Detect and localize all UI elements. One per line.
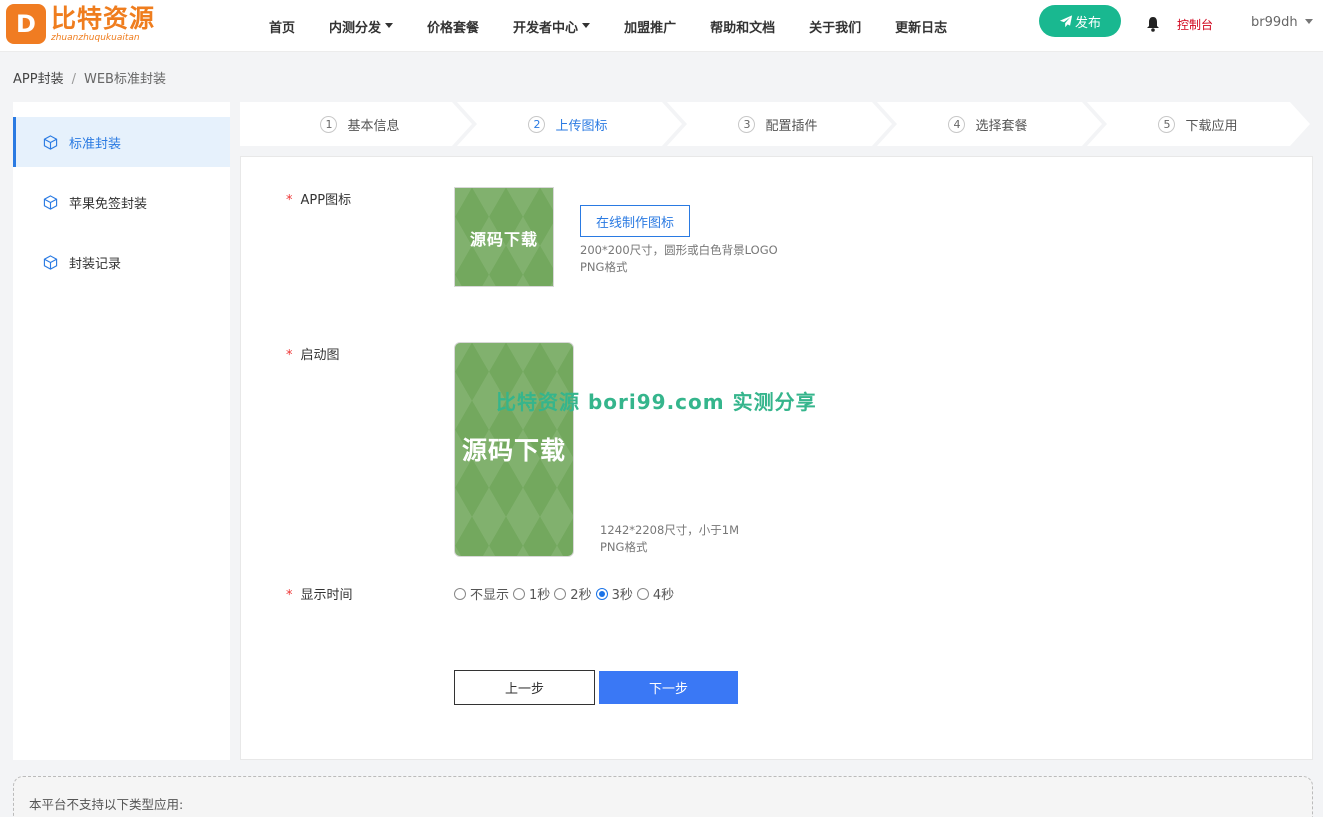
next-step-button[interactable]: 下一步: [599, 671, 738, 704]
nav-help-docs[interactable]: 帮助和文档: [693, 17, 792, 36]
step-basic-info: 1 基本信息: [260, 102, 460, 146]
logo-title: 比特资源: [51, 4, 156, 33]
cube-icon: [43, 194, 58, 210]
chevron-down-icon: [385, 22, 394, 28]
publish-button[interactable]: 发布: [1039, 5, 1121, 37]
chevron-down-icon: [582, 22, 591, 28]
nav-beta-distribution[interactable]: 内测分发: [312, 17, 410, 36]
notice-title: 本平台不支持以下类型应用:: [29, 797, 184, 812]
make-icon-online-button[interactable]: 在线制作图标: [580, 205, 690, 237]
duration-label: * 显示时间: [286, 588, 353, 603]
logo-mark-icon: D: [6, 4, 46, 44]
splash-image-upload[interactable]: 源码下载: [454, 342, 574, 557]
app-icon-label: * APP图标: [286, 193, 352, 208]
duration-radio-none[interactable]: 不显示: [454, 584, 509, 603]
chevron-down-icon: [1304, 19, 1313, 24]
nav-about[interactable]: 关于我们: [792, 17, 878, 36]
step-upload-icon: 2 上传图标: [468, 102, 668, 146]
icon-hint: 200*200尺寸，圆形或白色背景LOGO PNG格式: [580, 243, 778, 274]
app-icon-upload[interactable]: 源码下载: [454, 187, 554, 287]
breadcrumb-root[interactable]: APP封装: [13, 72, 64, 87]
duration-radio-group: 不显示 1秒 2秒 3秒 4秒: [454, 584, 678, 603]
unsupported-apps-notice: 本平台不支持以下类型应用:: [13, 776, 1313, 817]
sidebar: 标准封装 苹果免签封装 封装记录: [13, 102, 230, 760]
breadcrumb-current: WEB标准封装: [83, 72, 166, 87]
prev-step-button[interactable]: 上一步: [454, 670, 595, 705]
app-icon-preview-text: 源码下载: [469, 230, 538, 249]
nav-changelog[interactable]: 更新日志: [878, 17, 964, 36]
duration-radio-4s[interactable]: 4秒: [636, 584, 674, 603]
sidebar-item-apple-wrap[interactable]: 苹果免签封装: [13, 177, 230, 227]
upload-form-panel: * APP图标 源码下载 在线制作图标 200*200尺寸，圆形或白色背景LOGO…: [240, 156, 1313, 760]
console-link[interactable]: 控制台: [1177, 16, 1213, 33]
splash-preview-text: 源码下载: [461, 436, 566, 465]
nav-developer-center[interactable]: 开发者中心: [496, 17, 607, 36]
sidebar-item-standard-wrap[interactable]: 标准封装: [13, 117, 230, 167]
bell-icon[interactable]: [1146, 16, 1160, 32]
site-logo[interactable]: D 比特资源 zhuanzhuqukuaitan: [6, 4, 155, 44]
watermark-text: 比特资源 bori99.com 实测分享: [496, 390, 817, 414]
step-configure-plugins: 3 配置插件: [678, 102, 878, 146]
step-progress: 1 基本信息 2 上传图标 3 配置插件 4 选择套餐 5 下载应用: [240, 102, 1310, 146]
splash-label: * 启动图: [286, 348, 340, 363]
breadcrumb-separator: /: [71, 72, 76, 87]
duration-radio-1s[interactable]: 1秒: [513, 584, 550, 603]
cube-icon: [43, 254, 58, 270]
step-download-app: 5 下载应用: [1098, 102, 1298, 146]
paper-plane-icon: [1059, 14, 1073, 27]
sidebar-item-wrap-records[interactable]: 封装记录: [13, 237, 230, 287]
cube-icon: [43, 134, 58, 150]
logo-subtitle: zhuanzhuqukuaitan: [51, 33, 140, 43]
nav-home[interactable]: 首页: [252, 17, 312, 36]
nav-affiliate[interactable]: 加盟推广: [607, 17, 693, 36]
user-menu[interactable]: br99dh: [1251, 15, 1313, 30]
top-header: D 比特资源 zhuanzhuqukuaitan 首页 内测分发 价格套餐 开发…: [0, 0, 1323, 52]
nav-pricing[interactable]: 价格套餐: [410, 17, 496, 36]
splash-hint: 1242*2208尺寸，小于1M PNG格式: [600, 523, 740, 554]
step-select-package: 4 选择套餐: [888, 102, 1088, 146]
duration-radio-3s[interactable]: 3秒: [595, 584, 633, 603]
main-nav: 首页 内测分发 价格套餐 开发者中心 加盟推广 帮助和文档 关于我们 更新日志: [252, 0, 964, 52]
duration-radio-2s[interactable]: 2秒: [554, 584, 592, 603]
breadcrumb: APP封装 / WEB标准封装: [13, 68, 166, 87]
username: br99dh: [1251, 15, 1298, 30]
